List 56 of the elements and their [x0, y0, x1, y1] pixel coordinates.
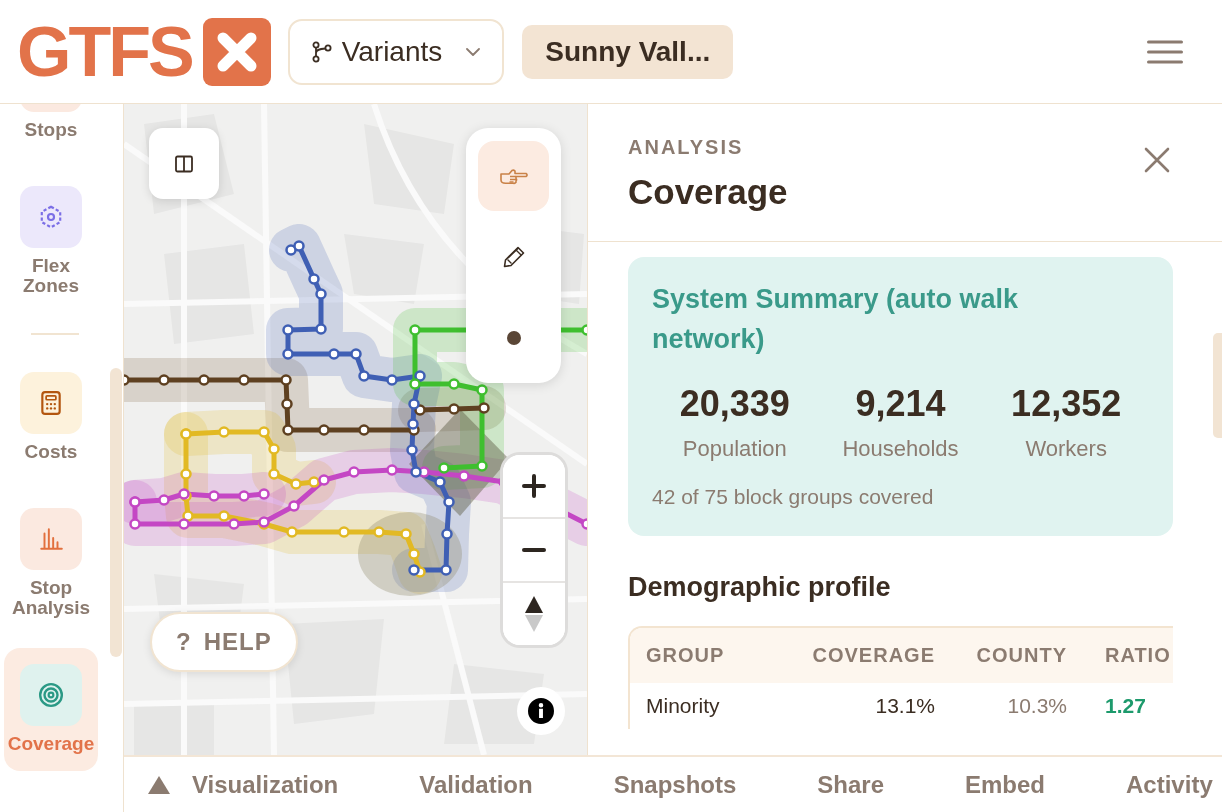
coverage-note: 42 of 75 block groups covered	[652, 484, 935, 510]
bar-chart-icon	[20, 508, 82, 570]
chevron-down-icon	[466, 47, 481, 56]
drawer-tab[interactable]: Share	[815, 769, 886, 800]
caret-up-icon	[148, 775, 170, 794]
stat-label: Workers	[1025, 435, 1107, 463]
close-icon	[1144, 147, 1170, 173]
compass-icon	[525, 596, 543, 632]
column-header: COVERAGE	[811, 644, 936, 667]
sidebar-item[interactable]: Stop Analysis	[4, 492, 98, 635]
target-icon	[20, 664, 82, 726]
stat-value: 12,352	[1011, 382, 1122, 426]
drawer-tab[interactable]: Snapshots	[611, 769, 739, 800]
project-selector[interactable]: Sunny Vall...	[522, 24, 734, 79]
help-button[interactable]: ? HELP	[150, 612, 298, 672]
table-cell-text: 13.1%	[874, 694, 936, 718]
column-header: RATIO	[1104, 644, 1172, 667]
drawer-tab[interactable]: Embed	[963, 769, 1048, 800]
sidebar-item[interactable]: Costs	[4, 356, 98, 479]
plus-icon	[522, 474, 546, 498]
pointing-hand-icon	[498, 166, 529, 186]
drawer-tab[interactable]: Visualization	[190, 769, 341, 800]
logo-cross-icon	[202, 17, 271, 86]
menu-icon	[1147, 39, 1183, 64]
stat-value: 9,214	[855, 382, 946, 426]
stat-label: Households	[842, 435, 959, 463]
column-header: COUNTY	[975, 644, 1068, 667]
table-cell-text: Minority	[645, 694, 721, 718]
zoom-in-button[interactable]	[503, 455, 565, 519]
panel-title: Coverage	[628, 172, 788, 212]
sidebar-item[interactable]: Stops	[4, 104, 98, 157]
stat-value: 20,339	[679, 382, 790, 426]
panel-eyebrow: ANALYSIS	[628, 136, 745, 158]
scrollbar-thumb[interactable]	[1213, 333, 1222, 438]
table-cell-text: 1.27	[1104, 694, 1147, 718]
variants-dropdown[interactable]: Variants	[287, 18, 505, 85]
drawer-tab[interactable]: Validation	[417, 769, 535, 800]
sidebar-item[interactable]: Flex Zones	[4, 170, 98, 313]
card-title: System Summary (auto walk network)	[652, 283, 1020, 356]
minus-icon	[522, 548, 546, 552]
layout-toggle-button[interactable]	[149, 128, 219, 199]
scrollbar-thumb[interactable]	[110, 368, 122, 657]
branch-icon	[311, 40, 332, 63]
sidebar-item[interactable]: Coverage	[4, 648, 98, 771]
column-header: GROUP	[645, 644, 726, 667]
drawer-toggle[interactable]	[148, 775, 170, 794]
menu-button[interactable]	[1147, 39, 1183, 64]
info-icon	[528, 698, 554, 724]
dot-icon	[506, 331, 521, 345]
split-view-icon	[175, 154, 193, 173]
stat-label: Population	[682, 435, 787, 463]
drawer-tab[interactable]: Activity	[1124, 769, 1215, 800]
table-cell-text: 10.3%	[1006, 694, 1068, 718]
logo-wordmark: GTFS	[17, 16, 192, 87]
section-title: Demographic profile	[628, 571, 892, 604]
calculator-icon	[20, 372, 82, 434]
